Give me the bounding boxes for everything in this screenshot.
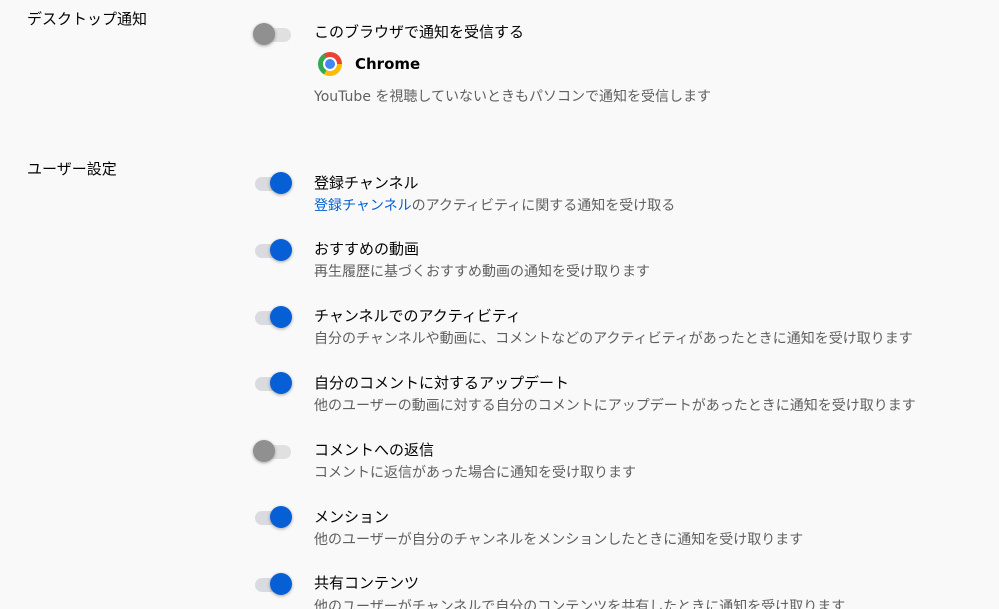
recommended-videos-title: おすすめの動画	[314, 240, 420, 258]
subscriptions-title: 登録チャンネル	[314, 174, 419, 192]
comment-replies-description: コメントに返信があった場合に通知を受け取ります	[314, 465, 636, 481]
channel-activity-title: チャンネルでのアクティビティ	[314, 307, 522, 325]
subscriptions-toggle[interactable]	[253, 171, 293, 197]
mentions-description: 他のユーザーが自分のチャンネルをメンションしたときに通知を受け取ります	[314, 532, 804, 548]
comment-replies-title: コメントへの返信	[314, 441, 435, 459]
shared-content-description: 他のユーザーがチャンネルで自分のコンテンツを共有したときに通知を受け取ります	[314, 599, 846, 609]
toggle-knob	[270, 172, 292, 194]
toggle-knob	[270, 306, 292, 328]
toggle-knob	[270, 506, 292, 528]
subscriptions-description-text: のアクティビティに関する通知を受け取る	[411, 198, 676, 214]
browser-notifications-description: YouTube を視聴していないときもパソコンで通知を受信します	[314, 89, 711, 105]
channel-activity-description: 自分のチャンネルや動画に、コメントなどのアクティビティがあったときに通知を受け取…	[314, 331, 913, 347]
comment-updates-description: 他のユーザーの動画に対する自分のコメントにアップデートがあったときに通知を受け取…	[314, 398, 916, 414]
desktop-notifications-label: デスクトップ通知	[27, 10, 148, 28]
shared-content-title: 共有コンテンツ	[314, 574, 420, 592]
channel-activity-toggle[interactable]	[253, 305, 293, 331]
toggle-knob	[270, 372, 292, 394]
toggle-knob	[253, 440, 275, 462]
toggle-knob	[270, 573, 292, 595]
recommended-videos-toggle[interactable]	[253, 238, 293, 264]
shared-content-toggle[interactable]	[253, 572, 293, 598]
toggle-knob	[253, 23, 275, 45]
subscriptions-description: 登録チャンネルのアクティビティに関する通知を受け取る	[314, 195, 675, 215]
browser-name: Chrome	[355, 55, 421, 73]
subscriptions-link[interactable]: 登録チャンネル	[314, 198, 412, 214]
comment-replies-toggle[interactable]	[253, 439, 293, 465]
comment-updates-title: 自分のコメントに対するアップデート	[314, 374, 570, 392]
toggle-knob	[270, 239, 292, 261]
notification-settings-page: デスクトップ通知 このブラウザで通知を受信する Chrome YouTube を…	[0, 0, 999, 609]
browser-info: Chrome	[318, 52, 420, 76]
chrome-icon	[318, 52, 342, 76]
browser-notifications-toggle[interactable]	[253, 22, 293, 48]
comment-updates-toggle[interactable]	[253, 371, 293, 397]
mentions-title: メンション	[314, 508, 390, 526]
browser-notifications-title: このブラウザで通知を受信する	[314, 23, 525, 41]
mentions-toggle[interactable]	[253, 505, 293, 531]
user-settings-label: ユーザー設定	[27, 160, 117, 178]
recommended-videos-description: 再生履歴に基づくおすすめ動画の通知を受け取ります	[314, 264, 650, 280]
